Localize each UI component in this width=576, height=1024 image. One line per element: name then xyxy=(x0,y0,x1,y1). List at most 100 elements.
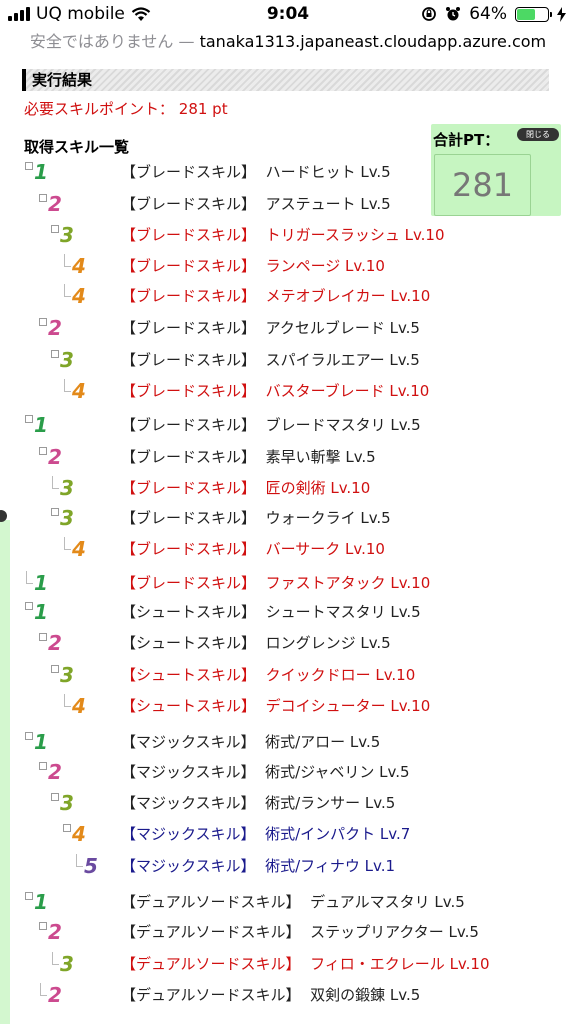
skill-entry: 【ブレードスキル】 アステュート Lv.5 xyxy=(121,194,391,214)
skill-row: 5 【マジックスキル】 術式/フィナウ Lv.1 xyxy=(0,854,576,886)
status-bar: UQ mobile 9:04 64% xyxy=(0,0,576,30)
close-button[interactable]: 閉じる xyxy=(517,128,559,141)
skill-row: 2 【マジックスキル】 術式/ジャベリン Lv.5 xyxy=(0,762,576,792)
skill-entry: 【シュートスキル】 ロングレンジ Lv.5 xyxy=(121,633,391,653)
skill-name: 術式/アロー Lv.5 xyxy=(265,733,381,751)
alarm-icon xyxy=(446,7,461,21)
skill-category: 【マジックスキル】 xyxy=(121,733,256,751)
tree-expander-icon[interactable] xyxy=(51,225,59,233)
skill-row: 4 【シュートスキル】 デコイシューター Lv.10 xyxy=(0,694,576,726)
skill-name: 双剣の鍛錬 Lv.5 xyxy=(310,986,421,1004)
tree-expander-icon[interactable] xyxy=(25,732,33,740)
skill-entry: 【マジックスキル】 術式/ランサー Lv.5 xyxy=(121,793,395,813)
tree-expander-icon[interactable] xyxy=(39,633,47,641)
tree-expander-icon[interactable] xyxy=(39,318,47,326)
tree-connector xyxy=(52,952,59,965)
skill-row: 1 【ブレードスキル】 ファストアタック Lv.10 xyxy=(0,571,576,603)
skill-row: 3 【ブレードスキル】 スパイラルエアー Lv.5 xyxy=(0,350,576,380)
skill-name: 術式/ジャベリン Lv.5 xyxy=(265,763,410,781)
tree-connector xyxy=(76,854,83,867)
skill-entry: 【シュートスキル】 クイックドロー Lv.10 xyxy=(121,665,415,685)
skill-name: 素早い斬撃 Lv.5 xyxy=(265,448,376,466)
skill-entry: 【ブレードスキル】 アクセルブレード Lv.5 xyxy=(121,318,420,338)
skill-row: 4 【ブレードスキル】 バスターブレード Lv.10 xyxy=(0,379,576,411)
status-right: 64% xyxy=(421,4,566,24)
skill-name: バスターブレード Lv.10 xyxy=(265,382,430,400)
skill-entry: 【ブレードスキル】 ファストアタック Lv.10 xyxy=(121,573,430,593)
level-number: 1 xyxy=(34,160,48,184)
insecure-warning: 安全ではありません — xyxy=(29,32,195,51)
skill-category: 【デュアルソードスキル】 xyxy=(121,986,301,1004)
skill-name: アクセルブレード Lv.5 xyxy=(265,319,420,337)
skill-row: 3 【シュートスキル】 クイックドロー Lv.10 xyxy=(0,665,576,695)
tree-expander-icon[interactable] xyxy=(51,508,59,516)
tree-expander-icon[interactable] xyxy=(51,350,59,358)
skill-row: 1 【ブレードスキル】 ブレードマスタリ Lv.5 xyxy=(0,415,576,445)
tree-expander-icon[interactable] xyxy=(25,415,33,423)
tree-connector xyxy=(40,983,47,996)
skill-category: 【ブレードスキル】 xyxy=(121,163,257,181)
skill-row: 2 【シュートスキル】 ロングレンジ Lv.5 xyxy=(0,633,576,663)
skill-row: 2 【ブレードスキル】 素早い斬撃 Lv.5 xyxy=(0,447,576,477)
tree-expander-icon[interactable] xyxy=(39,447,47,455)
skill-name: デコイシューター Lv.10 xyxy=(265,697,431,715)
level-number: 4 xyxy=(72,822,86,846)
skill-entry: 【ブレードスキル】 メテオブレイカー Lv.10 xyxy=(121,286,430,306)
skill-category: 【マジックスキル】 xyxy=(121,794,256,812)
skill-row: 1 【マジックスキル】 術式/アロー Lv.5 xyxy=(0,732,576,762)
total-points-label: 合計PT： xyxy=(433,131,500,149)
skill-entry: 【ブレードスキル】 スパイラルエアー Lv.5 xyxy=(121,350,420,370)
tree-expander-icon[interactable] xyxy=(39,194,47,202)
tree-expander-icon[interactable] xyxy=(39,762,47,770)
skill-row: 4 【ブレードスキル】 メテオブレイカー Lv.10 xyxy=(0,284,576,316)
tree-expander-icon[interactable] xyxy=(51,793,59,801)
skill-name: ロングレンジ Lv.5 xyxy=(265,634,391,652)
skill-category: 【シュートスキル】 xyxy=(121,697,257,715)
level-number: 2 xyxy=(48,983,62,1007)
skill-entry: 【マジックスキル】 術式/ジャベリン Lv.5 xyxy=(121,762,410,782)
skill-name: ランページ Lv.10 xyxy=(265,257,385,275)
tree-expander-icon[interactable] xyxy=(25,162,33,170)
skill-name: 術式/フィナウ Lv.1 xyxy=(265,857,396,875)
level-number: 4 xyxy=(72,284,86,308)
skill-name: 匠の剣術 Lv.10 xyxy=(265,479,371,497)
skill-row: 3 【ブレードスキル】 ウォークライ Lv.5 xyxy=(0,508,576,538)
skill-category: 【ブレードスキル】 xyxy=(121,351,257,369)
skill-entry: 【ブレードスキル】 匠の剣術 Lv.10 xyxy=(121,478,370,498)
level-number: 3 xyxy=(60,663,74,687)
skill-entry: 【デュアルソードスキル】 フィロ・エクレール Lv.10 xyxy=(121,954,490,974)
skill-row: 1 【ブレードスキル】 ハードヒット Lv.5 xyxy=(0,162,576,192)
skill-row: 3 【マジックスキル】 術式/ランサー Lv.5 xyxy=(0,793,576,823)
skill-row: 4 【ブレードスキル】 バーサーク Lv.10 xyxy=(0,537,576,569)
skill-category: 【ブレードスキル】 xyxy=(121,226,257,244)
skill-entry: 【デュアルソードスキル】 双剣の鍛錬 Lv.5 xyxy=(121,985,420,1005)
rotation-lock-icon xyxy=(422,7,437,21)
skill-entry: 【ブレードスキル】 素早い斬撃 Lv.5 xyxy=(121,447,376,467)
url-bar[interactable]: 安全ではありません — tanaka1313.japaneast.cloudap… xyxy=(0,28,576,56)
tree-expander-icon[interactable] xyxy=(63,824,71,832)
tree-expander-icon[interactable] xyxy=(51,665,59,673)
level-number: 4 xyxy=(72,379,86,403)
skill-row: 4 【ブレードスキル】 ランページ Lv.10 xyxy=(0,254,576,286)
skill-name: ステップリアクター Lv.5 xyxy=(310,923,479,941)
tree-expander-icon[interactable] xyxy=(25,892,33,900)
level-number: 2 xyxy=(48,631,62,655)
tree-expander-icon[interactable] xyxy=(39,922,47,930)
level-number: 1 xyxy=(34,890,48,914)
level-number: 3 xyxy=(60,476,74,500)
skill-name: スパイラルエアー Lv.5 xyxy=(265,351,420,369)
tree-connector xyxy=(64,537,71,550)
tree-expander-icon[interactable] xyxy=(25,602,33,610)
skill-name: クイックドロー Lv.10 xyxy=(265,666,416,684)
required-points: 必要スキルポイント： 281 pt xyxy=(24,100,228,118)
level-number: 2 xyxy=(48,445,62,469)
skill-list-title: 取得スキル一覧 xyxy=(24,138,130,156)
